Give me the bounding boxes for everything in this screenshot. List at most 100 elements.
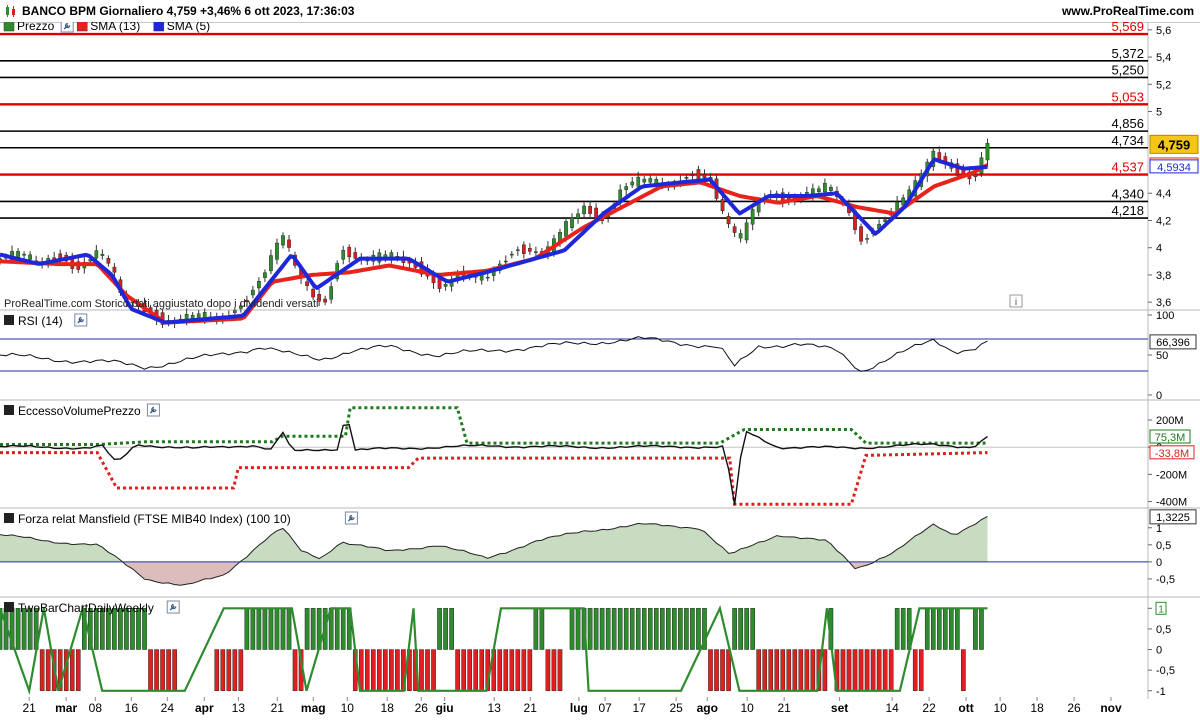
- mansfield-legend-swatch: [4, 513, 14, 523]
- candle-body: [829, 187, 833, 191]
- wrench-icon[interactable]: [344, 511, 358, 525]
- rsi-line: [0, 336, 988, 372]
- site-url[interactable]: www.ProRealTime.com: [1062, 4, 1194, 18]
- twobar-negative-bar: [377, 649, 382, 691]
- twobar-negative-bar: [708, 649, 713, 691]
- twobar-positive-bar: [569, 608, 575, 650]
- twobar-positive-bar: [623, 608, 629, 650]
- twobar-negative-bar: [503, 649, 509, 691]
- x-tick-label: 22: [922, 701, 936, 715]
- twobar-positive-bar: [930, 608, 936, 650]
- chart-root: BANCO BPM Giornaliero 4,759 +3,46% 6 ott…: [0, 0, 1200, 720]
- twobar-negative-bar: [762, 649, 767, 691]
- price-y-tick-label: 5: [1156, 107, 1162, 119]
- twobar-positive-bar: [641, 608, 647, 650]
- wrench-icon[interactable]: [166, 600, 180, 614]
- twobar-y-tick-label: 0,5: [1156, 624, 1171, 636]
- candle-body: [642, 178, 647, 183]
- twobar-negative-bar: [961, 649, 966, 691]
- candle-body: [582, 205, 586, 215]
- candle-body: [329, 286, 334, 300]
- vol-legend-swatch: [4, 405, 14, 415]
- twobar-positive-bar: [647, 608, 653, 650]
- x-tick-label: mag: [301, 701, 326, 715]
- x-tick-label: nov: [1100, 701, 1122, 715]
- candle-body: [985, 143, 990, 161]
- twobar-positive-bar: [635, 608, 641, 650]
- mansfield-y-tick-label: 0: [1156, 557, 1162, 569]
- wrench-icon[interactable]: [74, 313, 88, 327]
- level-label: 5,053: [1111, 89, 1144, 104]
- twobar-legend-swatch: [4, 602, 14, 612]
- candlestick-logo-icon: [6, 5, 15, 17]
- vol-legend-label: EccessoVolumePrezzo: [18, 404, 141, 418]
- twobar-negative-bar: [557, 649, 563, 691]
- twobar-negative-bar: [515, 649, 521, 691]
- twobar-positive-bar: [750, 608, 755, 650]
- twobar-positive-bar: [286, 608, 292, 650]
- twobar-negative-bar: [780, 649, 786, 691]
- candle-body: [257, 281, 261, 289]
- twobar-y-tick-label: -0,5: [1156, 665, 1175, 677]
- twobar-negative-bar: [39, 649, 45, 691]
- twobar-positive-bar: [575, 608, 581, 650]
- chart-svg[interactable]: 5,65,45,254,44,243,83,6100500200M0-200M-…: [0, 22, 1200, 720]
- twobar-positive-bar: [654, 608, 659, 650]
- level-label: 4,218: [1111, 203, 1144, 218]
- twobar-positive-bar: [666, 608, 671, 650]
- candle-body: [817, 188, 821, 192]
- price-y-tick-label: 5,2: [1156, 79, 1171, 91]
- twobar-positive-bar: [732, 608, 737, 650]
- x-tick-label: 08: [89, 701, 103, 715]
- x-tick-label: 21: [23, 701, 37, 715]
- twobar-positive-bar: [280, 608, 286, 650]
- twobar-positive-bar: [690, 608, 695, 650]
- twobar-negative-bar: [479, 649, 484, 691]
- last-price-value: 4,759: [1158, 137, 1191, 152]
- twobar-negative-bar: [852, 649, 858, 691]
- twobar-negative-bar: [166, 649, 171, 691]
- twobar-y-tick-label: -1: [1156, 686, 1166, 698]
- candle-body: [232, 310, 237, 313]
- candle-body: [196, 313, 201, 318]
- x-tick-label: ago: [697, 701, 718, 715]
- x-tick-label: 21: [777, 701, 791, 715]
- twobar-positive-bar: [256, 608, 262, 650]
- x-tick-label: 25: [669, 701, 683, 715]
- twobar-negative-bar: [774, 649, 780, 691]
- price-y-tick-label: 3,8: [1156, 270, 1171, 282]
- twobar-positive-bar: [593, 608, 599, 650]
- twobar-positive-bar: [587, 608, 593, 650]
- candle-body: [353, 252, 358, 259]
- vol-lower-value: -33,8M: [1155, 448, 1189, 460]
- twobar-negative-bar: [918, 649, 924, 691]
- twobar-negative-bar: [383, 649, 388, 691]
- twobar-negative-bar: [822, 649, 828, 691]
- twobar-positive-bar: [900, 608, 906, 650]
- x-tick-label: giu: [436, 701, 454, 715]
- watermark: ProRealTime.com Storico dati aggiustato …: [4, 298, 318, 310]
- twobar-negative-bar: [461, 649, 466, 691]
- wrench-icon[interactable]: [60, 22, 74, 33]
- twobar-positive-bar: [449, 608, 454, 650]
- twobar-negative-bar: [714, 649, 719, 691]
- twobar-positive-bar: [744, 608, 749, 650]
- candle-body: [28, 254, 32, 260]
- candle-body: [323, 298, 327, 303]
- twobar-negative-bar: [75, 649, 81, 691]
- twobar-positive-bar: [533, 608, 539, 650]
- x-tick-label: 14: [885, 701, 899, 715]
- wrench-icon[interactable]: [146, 403, 160, 417]
- x-tick-label: 26: [415, 701, 429, 715]
- candle-body: [485, 276, 490, 279]
- candle-body: [443, 284, 448, 287]
- vol-y-tick-label: 200M: [1156, 415, 1184, 427]
- candle-body: [823, 182, 827, 193]
- x-tick-label: 21: [524, 701, 538, 715]
- rsi-value: 66,396: [1156, 337, 1190, 349]
- twobar-positive-bar: [599, 608, 605, 650]
- twobar-positive-bar: [949, 608, 954, 650]
- x-tick-label: 26: [1067, 701, 1081, 715]
- twobar-negative-bar: [804, 649, 810, 691]
- candle-body: [865, 238, 869, 240]
